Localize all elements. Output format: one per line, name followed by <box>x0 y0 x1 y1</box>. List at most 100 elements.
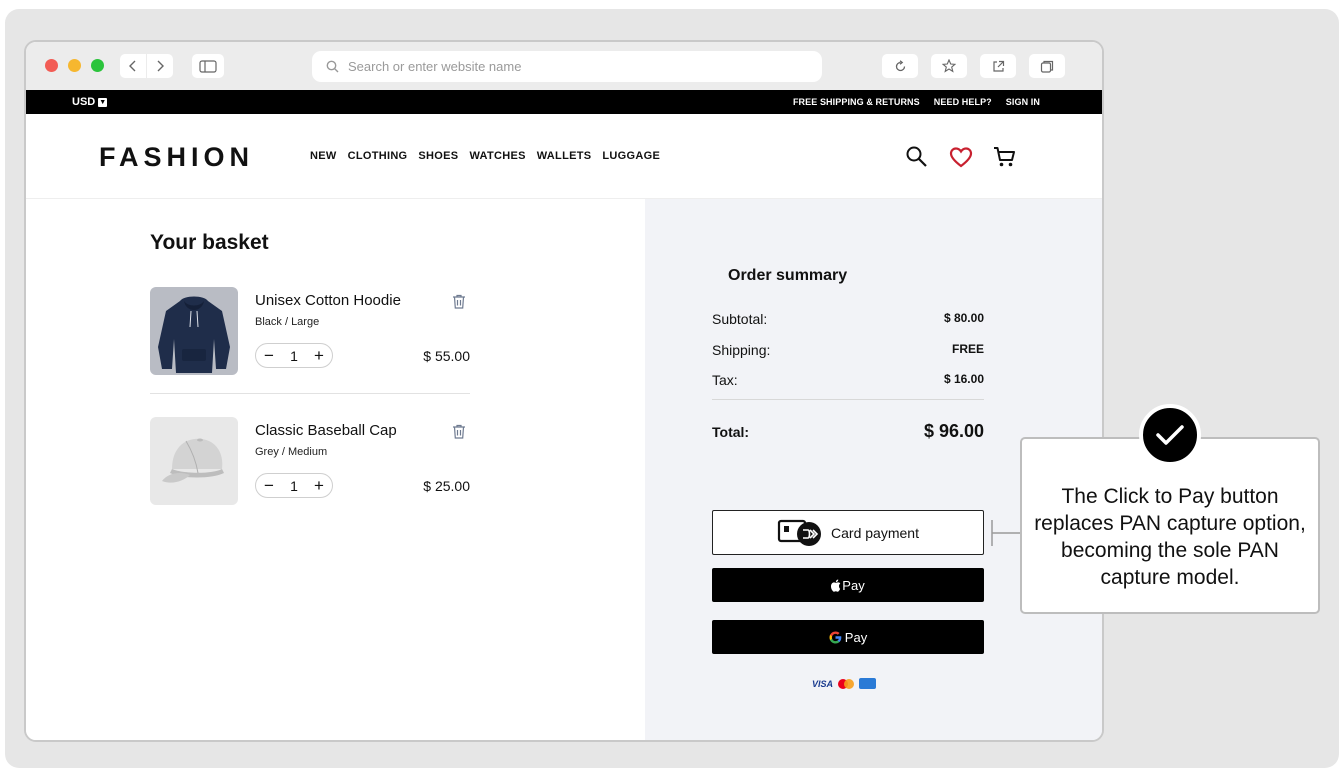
callout-connector <box>991 520 1021 546</box>
cap-image <box>150 417 238 505</box>
subtotal-label: Subtotal: <box>712 311 768 327</box>
item-variant: Grey / Medium <box>255 446 328 458</box>
search-icon <box>326 60 339 73</box>
tax-value: $ 16.00 <box>943 372 984 386</box>
accepted-cards: VISA <box>812 678 877 689</box>
remove-item-button[interactable] <box>452 424 466 439</box>
chevron-down-icon: ▼ <box>98 97 108 107</box>
tabs-button[interactable] <box>1029 54 1065 78</box>
search-icon <box>906 146 927 167</box>
nav-item-wallets[interactable]: WALLETS <box>537 150 592 162</box>
nav-item-luggage[interactable]: LUGGAGE <box>602 150 660 162</box>
remove-item-button[interactable] <box>452 294 466 309</box>
back-icon <box>129 60 136 72</box>
sign-in-link[interactable]: SIGN IN <box>1006 97 1040 107</box>
order-summary-title: Order summary <box>728 267 848 284</box>
item-name[interactable]: Classic Baseball Cap <box>255 422 397 439</box>
card-payment-button[interactable]: Card payment <box>712 510 984 555</box>
nav-item-watches[interactable]: WATCHES <box>469 150 525 162</box>
nav-item-clothing[interactable]: CLOTHING <box>348 150 408 162</box>
apple-pay-button[interactable]: Pay <box>712 568 984 602</box>
card-icon <box>777 519 822 546</box>
total-row: Total: $ 96.00 <box>712 421 984 442</box>
nav-item-shoes[interactable]: SHOES <box>418 150 458 162</box>
top-links: FREE SHIPPING & RETURNS NEED HELP? SIGN … <box>793 97 1040 107</box>
forward-button[interactable] <box>147 54 173 78</box>
decrease-quantity-button[interactable]: − <box>264 477 274 494</box>
site-search-button[interactable] <box>904 144 930 170</box>
cart-icon <box>994 147 1015 167</box>
trash-icon <box>453 424 465 439</box>
check-badge <box>1139 404 1201 466</box>
bookmark-button[interactable] <box>931 54 967 78</box>
minimize-window-button[interactable] <box>68 59 81 72</box>
browser-window: Search or enter website name USD ▼ FREE … <box>24 40 1104 742</box>
summary-divider <box>712 399 984 400</box>
quantity-value: 1 <box>290 477 298 494</box>
item-divider <box>150 393 470 394</box>
apple-pay-label: Pay <box>842 577 865 593</box>
currency-label: USD <box>72 96 96 108</box>
check-icon <box>1156 425 1184 445</box>
address-bar[interactable]: Search or enter website name <box>312 51 822 82</box>
shipping-value: FREE <box>951 342 984 356</box>
item-price: $ 25.00 <box>423 478 470 494</box>
tax-label: Tax: <box>712 372 738 388</box>
total-value: $ 96.00 <box>923 421 984 441</box>
site-header: FASHION NEW CLOTHING SHOES WATCHES WALLE… <box>26 114 1102 199</box>
reload-button[interactable] <box>882 54 918 78</box>
sidebar-icon <box>199 59 217 73</box>
amex-logo <box>859 678 877 689</box>
sidebar-toggle-button[interactable] <box>192 54 224 78</box>
free-shipping-link[interactable]: FREE SHIPPING & RETURNS <box>793 97 920 107</box>
item-variant: Black / Large <box>255 316 320 328</box>
visa-logo: VISA <box>812 678 834 689</box>
reload-icon <box>895 59 905 71</box>
address-placeholder: Search or enter website name <box>348 59 522 74</box>
promo-bar: USD ▼ FREE SHIPPING & RETURNS NEED HELP?… <box>26 90 1102 114</box>
mastercard-logo <box>838 678 855 689</box>
google-pay-button[interactable]: Pay <box>712 620 984 654</box>
basket-item: Unisex Cotton Hoodie Black / Large − 1 +… <box>150 287 470 377</box>
basket-panel: Your basket Unisex Cotton Hoodie Black /… <box>26 199 645 740</box>
browser-toolbar: Search or enter website name <box>26 42 1102 90</box>
tabs-icon <box>1040 60 1054 73</box>
tax-row: Tax: $ 16.00 <box>712 372 984 388</box>
share-icon <box>992 60 1004 72</box>
star-icon <box>942 59 956 73</box>
site-logo[interactable]: FASHION <box>99 142 254 173</box>
trash-icon <box>453 294 465 309</box>
increase-quantity-button[interactable]: + <box>314 477 324 494</box>
shipping-label: Shipping: <box>712 342 771 358</box>
quantity-value: 1 <box>290 347 298 364</box>
decrease-quantity-button[interactable]: − <box>264 347 274 364</box>
card-payment-label: Card payment <box>831 524 919 541</box>
main-nav: NEW CLOTHING SHOES WATCHES WALLETS LUGGA… <box>310 150 660 162</box>
item-price: $ 55.00 <box>423 348 470 364</box>
nav-item-new[interactable]: NEW <box>310 150 337 162</box>
basket-item: Classic Baseball Cap Grey / Medium − 1 +… <box>150 417 470 507</box>
google-pay-label: Pay <box>844 629 868 645</box>
callout-text: The Click to Pay button replaces PAN cap… <box>1034 485 1306 589</box>
cart-button[interactable] <box>992 144 1018 170</box>
increase-quantity-button[interactable]: + <box>314 347 324 364</box>
item-name[interactable]: Unisex Cotton Hoodie <box>255 292 401 309</box>
back-button[interactable] <box>120 54 146 78</box>
hoodie-image <box>150 287 238 375</box>
apple-icon <box>831 579 841 592</box>
forward-icon <box>157 60 164 72</box>
subtotal-row: Subtotal: $ 80.00 <box>712 311 984 327</box>
close-window-button[interactable] <box>45 59 58 72</box>
need-help-link[interactable]: NEED HELP? <box>934 97 992 107</box>
share-button[interactable] <box>980 54 1016 78</box>
wishlist-button[interactable] <box>948 144 974 170</box>
subtotal-value: $ 80.00 <box>943 311 984 325</box>
shipping-row: Shipping: FREE <box>712 342 984 358</box>
currency-selector[interactable]: USD ▼ <box>72 96 108 108</box>
maximize-window-button[interactable] <box>91 59 104 72</box>
quantity-stepper: − 1 + <box>255 343 333 368</box>
quantity-stepper: − 1 + <box>255 473 333 498</box>
total-label: Total: <box>712 423 750 440</box>
basket-title: Your basket <box>150 231 269 254</box>
heart-icon <box>949 147 973 168</box>
